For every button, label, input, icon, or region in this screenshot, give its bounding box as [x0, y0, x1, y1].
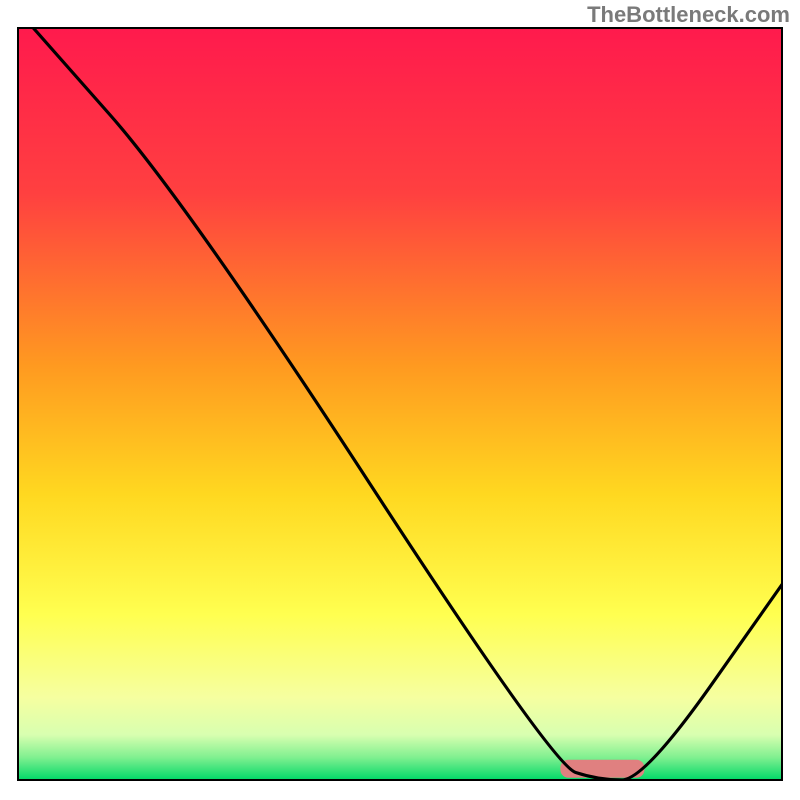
chart-container: TheBottleneck.com	[0, 0, 800, 800]
chart-svg	[0, 0, 800, 800]
attribution-text: TheBottleneck.com	[587, 2, 790, 28]
